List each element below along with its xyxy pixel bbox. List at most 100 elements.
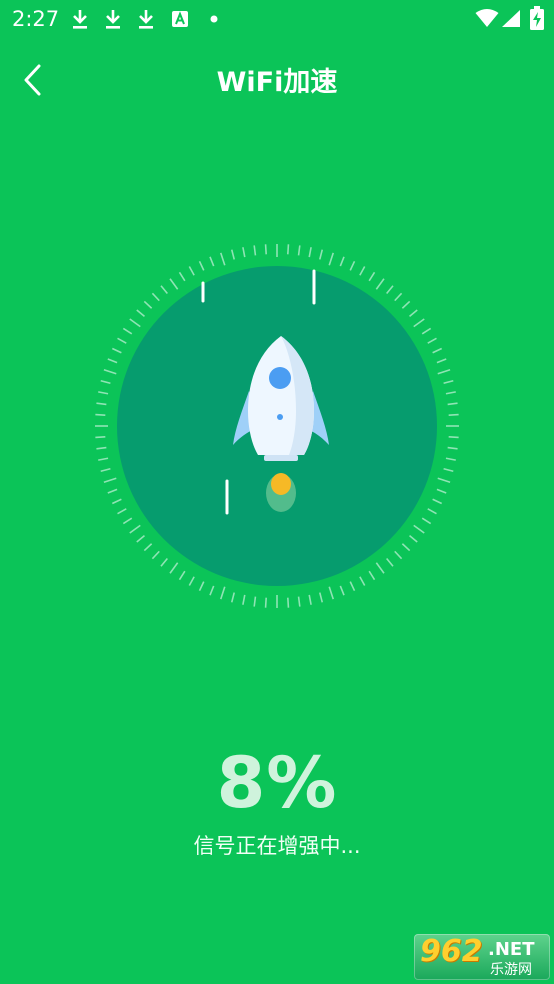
gauge-tick [264, 244, 267, 255]
gauge-tick [297, 245, 301, 256]
gauge-tick [432, 498, 443, 505]
gauge-tick [188, 576, 195, 586]
gauge-tick [103, 368, 117, 375]
progress-percent: 8% [216, 742, 338, 824]
gauge-tick [98, 457, 109, 461]
watermark-logo: 962 .NET 乐游网 [414, 934, 550, 980]
gauge-tick [107, 358, 118, 364]
gauge-tick [219, 586, 226, 600]
gauge-tick [349, 581, 356, 592]
gauge-tick [328, 252, 335, 266]
status-bar: 2:27 [0, 0, 554, 38]
gauge-tick [287, 244, 290, 255]
gauge-tick [401, 300, 411, 309]
download-icon [73, 10, 87, 29]
gauge-tick [143, 543, 153, 552]
gauge-tick [100, 467, 111, 473]
gauge-tick [287, 597, 290, 608]
gauge-tick [318, 249, 324, 260]
gauge-tick [401, 543, 411, 552]
gauge-tick [443, 467, 454, 473]
gauge-tick [107, 488, 118, 494]
download-icon [139, 10, 153, 29]
gauge-tick [421, 517, 432, 525]
gauge-tick [198, 581, 205, 592]
page-title: WiFi加速 [216, 67, 338, 98]
wifi-icon [475, 9, 499, 27]
gauge-tick [413, 524, 425, 534]
gauge-tick [308, 247, 312, 258]
a-box-icon [172, 11, 188, 27]
signal-icon [502, 10, 520, 27]
gauge-tick [359, 266, 366, 276]
gauge-tick [122, 327, 133, 335]
gauge-tick [151, 292, 160, 302]
gauge-tick [242, 594, 246, 605]
gauge-tick [308, 594, 312, 605]
gauge-tick [103, 477, 117, 484]
gauge-tick [359, 576, 366, 586]
gauge-tick [409, 309, 418, 317]
gauge-tick [242, 247, 246, 258]
gauge-tick [117, 337, 127, 344]
gauge-tick [98, 391, 109, 395]
battery-charging-icon [530, 6, 544, 30]
gauge-tick [129, 318, 141, 328]
acceleration-status: 信号正在增强中... [193, 834, 361, 858]
gauge-tick [96, 402, 107, 406]
gauge-tick [437, 477, 451, 484]
gauge-tick [160, 285, 168, 294]
gauge-tick [328, 586, 335, 600]
gauge-tick [443, 379, 454, 385]
gauge-tick [143, 300, 153, 309]
gauge-tick [188, 266, 195, 276]
gauge-tick [421, 327, 432, 335]
gauge-tick [427, 337, 437, 344]
gauge-tick [413, 318, 425, 328]
gauge-tick [297, 596, 301, 607]
gauge-tick [339, 256, 345, 267]
gauge-tick [169, 278, 179, 290]
gauge-tick [169, 562, 179, 574]
gauge-tick [447, 402, 458, 406]
gauge-tick [264, 597, 267, 608]
gauge-tick [230, 249, 236, 260]
gauge-tick [136, 535, 145, 543]
gauge-tick [219, 252, 226, 266]
gauge-tick [198, 260, 205, 271]
gauge-tick [122, 517, 133, 525]
gauge-tick [448, 413, 459, 416]
gauge-tick [394, 550, 403, 560]
watermark-net: .NET [488, 939, 535, 960]
gauge-tick [339, 585, 345, 596]
gauge-tick [318, 592, 324, 603]
download-icon [106, 10, 120, 29]
gauge-tick [409, 535, 418, 543]
gauge-tick [368, 271, 376, 282]
gauge-tick [394, 292, 403, 302]
gauge-tick [160, 558, 168, 567]
gauge-tick [445, 457, 456, 461]
gauge-tick [445, 391, 456, 395]
gauge-tick [209, 585, 215, 596]
gauge-tick [111, 347, 122, 354]
gauge-tick [100, 379, 111, 385]
gauge-tick [111, 498, 122, 505]
gauge-tick [230, 592, 236, 603]
gauge-tick [253, 596, 257, 607]
gauge-tick [151, 550, 160, 560]
gauge-tick [96, 446, 107, 450]
gauge-tick [386, 285, 394, 294]
status-time: 2:27 [12, 7, 60, 31]
gauge-tick [95, 436, 106, 439]
gauge-tick [117, 508, 127, 515]
gauge-tick [375, 278, 385, 290]
gauge-tick [375, 562, 385, 574]
gauge-tick [95, 413, 106, 416]
gauge-tick [349, 260, 356, 271]
gauge-tick [178, 570, 186, 581]
gauge-tick [432, 347, 443, 354]
gauge-tick [447, 446, 458, 450]
gauge-tick [253, 245, 257, 256]
gauge-tick [209, 256, 215, 267]
